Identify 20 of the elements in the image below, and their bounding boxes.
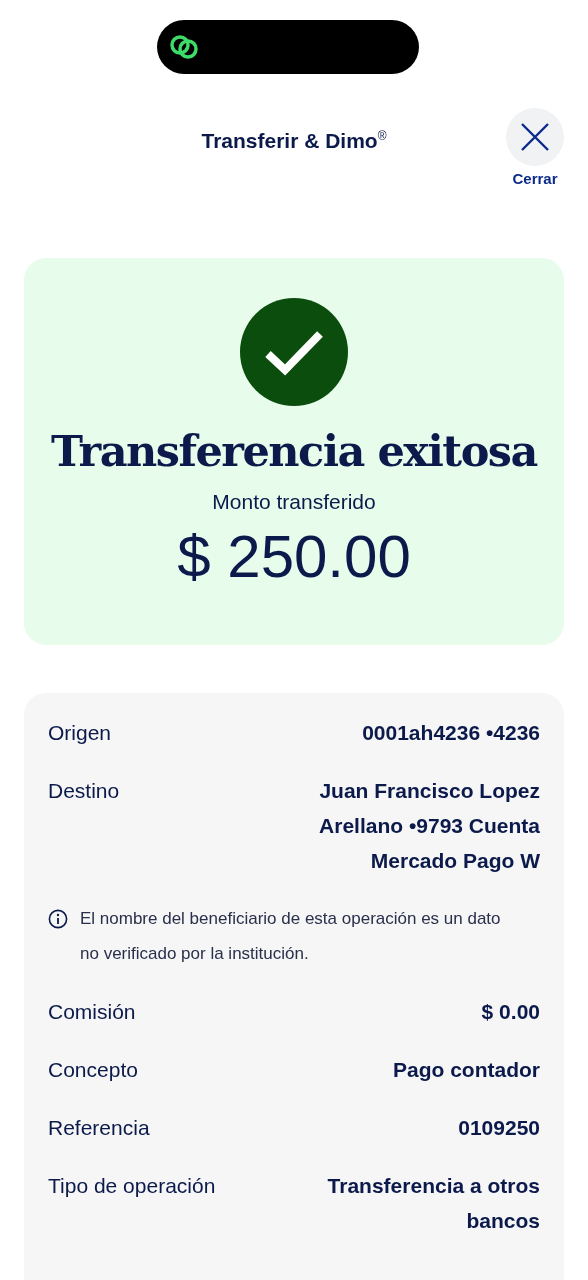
notice-text: El nombre del beneficiario de esta operación es un dato no verificado por la institución.: [80, 908, 502, 965]
detail-value: Juan Francisco Lopez Arellano •9793 Cuenta Mercado Pago W: [318, 778, 540, 874]
detail-label: Tipo de operación: [48, 1173, 216, 1199]
success-title: Transferencia exitosa: [51, 426, 537, 476]
detail-label: Origen: [48, 720, 112, 746]
detail-value: $ 0.00: [481, 999, 540, 1025]
detail-value: Transferencia a otros bancos: [326, 1173, 540, 1234]
detail-value: 0001ah4236 •4236: [362, 720, 540, 746]
detail-label: Referencia: [48, 1115, 150, 1141]
amount-value: $ 250.00: [177, 522, 411, 591]
detail-value: Pago contador: [393, 1057, 540, 1083]
detail-value: 0109250: [458, 1115, 540, 1141]
detail-label: Concepto: [48, 1057, 138, 1083]
screen-title: Transferir & Dimo$^{®}$: [200, 129, 388, 153]
close-icon: [520, 122, 550, 152]
detail-label: Destino: [48, 778, 120, 804]
amount-label: Monto transferido: [212, 490, 376, 514]
check-icon: [240, 298, 348, 406]
info-icon: [48, 909, 68, 929]
detail-label: Comisión: [48, 999, 136, 1025]
